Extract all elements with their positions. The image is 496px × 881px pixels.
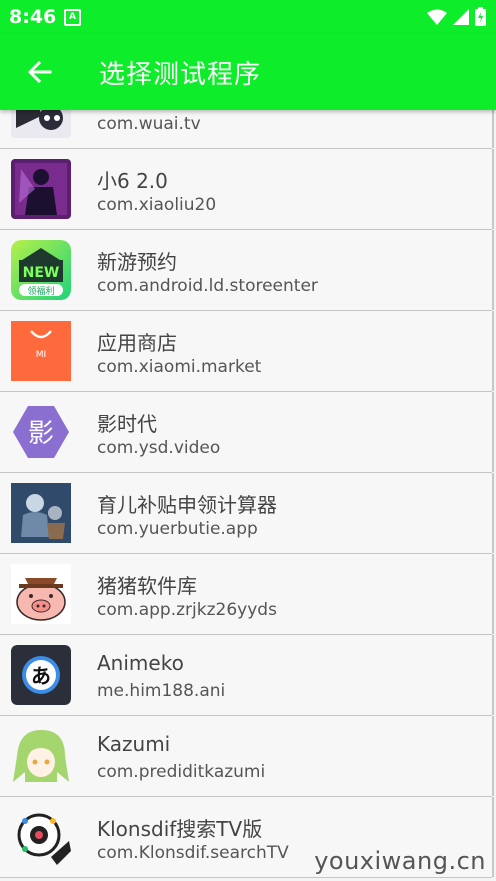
- welfare-text: 领福利: [27, 285, 54, 297]
- signal-icon: [453, 8, 469, 25]
- app-package: com.prediditkazumi: [97, 762, 266, 782]
- status-bar: 8:46 A: [0, 0, 496, 34]
- app-bar: 选择测试程序: [0, 34, 496, 110]
- app-package: com.wuai.tv: [97, 114, 201, 134]
- back-button[interactable]: [22, 54, 58, 90]
- xiaomi-market-app-icon: MI: [11, 321, 71, 381]
- app-name: 影时代: [97, 412, 157, 436]
- list-item-xiaomi-market[interactable]: MI 应用商店 com.xiaomi.market: [0, 311, 494, 392]
- list-item-kazumi[interactable]: Kazumi com.prediditkazumi: [0, 716, 494, 797]
- list-item-yuerbutie[interactable]: 育儿补贴申领计算器 com.yuerbutie.app: [0, 473, 494, 554]
- mi-logo-text: MI: [36, 350, 46, 360]
- a-char: あ: [31, 664, 51, 688]
- new-game-app-icon: NEW 领福利: [11, 240, 71, 300]
- app-name: 小6 2.0: [97, 169, 168, 193]
- ying-char: 影: [28, 419, 54, 449]
- battery-charging-icon: [475, 7, 486, 26]
- app-package: com.xiaoliu20: [97, 195, 217, 215]
- list-item-zhuzhu[interactable]: 猪猪软件库 com.app.zrjkz26yyds: [0, 554, 494, 635]
- system-icons: [427, 7, 486, 26]
- app-list[interactable]: com.wuai.tv 小6 2.0 com.xiaoliu20 NEW 领福利…: [0, 68, 496, 878]
- app-name: 新游预约: [97, 250, 177, 274]
- yingshidai-app-icon: 影: [11, 402, 71, 462]
- yuerbutie-app-icon: [11, 483, 71, 543]
- list-item-animeko[interactable]: あ Animeko me.him188.ani: [0, 635, 494, 716]
- watermark: youxiwang.cn: [314, 847, 486, 875]
- arrow-back-icon: [27, 60, 52, 84]
- xiaoliu-app-icon: [11, 159, 71, 219]
- list-item-xiaoliu20[interactable]: 小6 2.0 com.xiaoliu20: [0, 149, 494, 230]
- new-badge-text: NEW: [23, 265, 60, 281]
- app-name: 猪猪软件库: [97, 574, 197, 598]
- status-time: 8:46: [9, 6, 57, 28]
- list-item-yingshidai[interactable]: 影 影时代 com.ysd.video: [0, 392, 494, 473]
- app-name: Animeko: [97, 651, 184, 675]
- app-name: 应用商店: [97, 331, 177, 355]
- app-package: com.Klonsdif.searchTV: [97, 843, 289, 863]
- app-package: com.yuerbutie.app: [97, 519, 258, 539]
- kazumi-app-icon: [11, 726, 71, 786]
- animeko-app-icon: あ: [11, 645, 71, 705]
- page-title: 选择测试程序: [99, 60, 262, 90]
- notification-icon: A: [64, 9, 81, 26]
- klonsdif-app-icon: [11, 807, 71, 867]
- pig-app-icon: [11, 564, 71, 624]
- app-name: Kazumi: [97, 732, 171, 756]
- app-package: com.ysd.video: [97, 438, 221, 458]
- app-name: Klonsdif搜索TV版: [97, 817, 263, 841]
- app-name: 育儿补贴申领计算器: [97, 493, 277, 517]
- wifi-icon: [427, 9, 447, 25]
- app-package: me.him188.ani: [97, 681, 226, 701]
- app-package: com.app.zrjkz26yyds: [97, 600, 277, 620]
- list-item-xinyouyuyue[interactable]: NEW 领福利 新游预约 com.android.ld.storeenter: [0, 230, 494, 311]
- app-package: com.android.ld.storeenter: [97, 276, 318, 296]
- app-package: com.xiaomi.market: [97, 357, 262, 377]
